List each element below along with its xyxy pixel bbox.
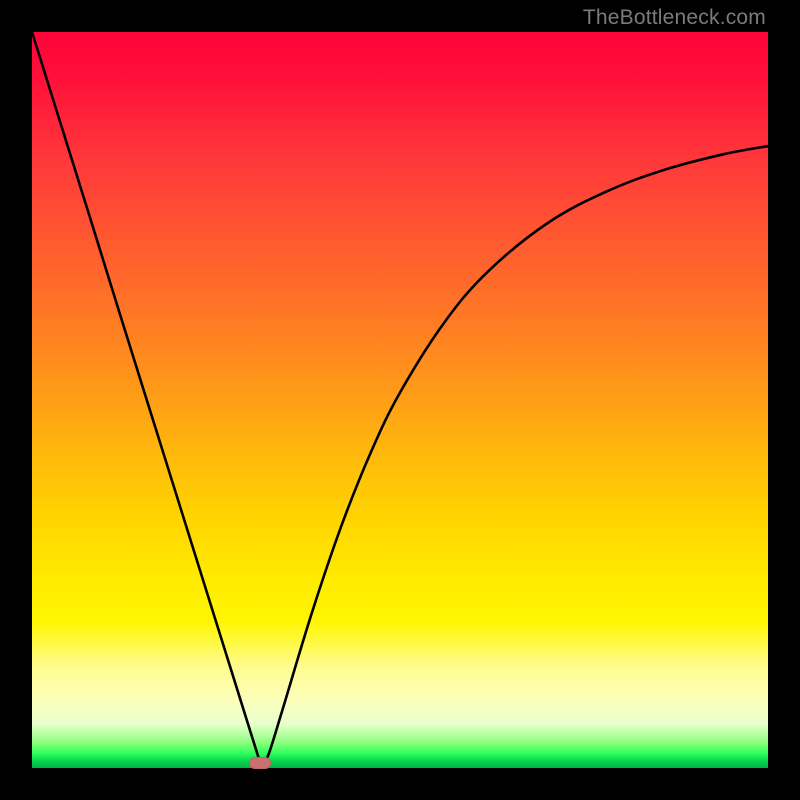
bottleneck-curve [32,32,768,763]
watermark-text: TheBottleneck.com [583,6,766,30]
optimum-marker [249,757,271,769]
plot-area [32,32,768,768]
chart-frame: TheBottleneck.com [0,0,800,800]
curve-layer [32,32,768,768]
